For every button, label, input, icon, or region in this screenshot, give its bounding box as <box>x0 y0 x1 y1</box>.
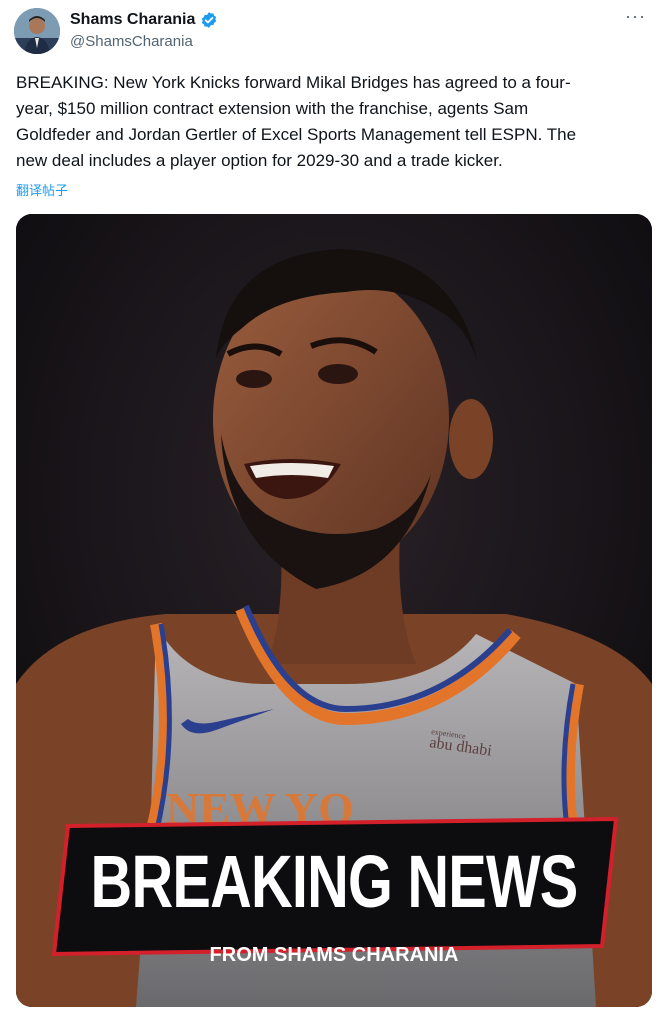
post-text: BREAKING: New York Knicks forward Mikal … <box>16 73 577 170</box>
translate-post-link[interactable]: 翻译帖子 <box>16 180 68 199</box>
author-name-row: Shams Charania <box>70 10 218 30</box>
banner-subtitle: FROM SHAMS CHARANIA <box>209 944 459 966</box>
author-display-name[interactable]: Shams Charania <box>70 10 195 30</box>
banner-title: BREAKING NEWS <box>90 840 579 923</box>
verified-badge-icon <box>200 11 218 29</box>
avatar[interactable] <box>14 8 60 54</box>
author-handle[interactable]: @ShamsCharania <box>70 33 193 51</box>
tweet-card: Shams Charania @ShamsCharania ··· BREAKI… <box>0 0 668 1024</box>
post-image[interactable]: experience abu dhabi NEW YO BREAKING NEW… <box>16 214 652 1007</box>
more-options-icon[interactable]: ··· <box>625 6 646 26</box>
